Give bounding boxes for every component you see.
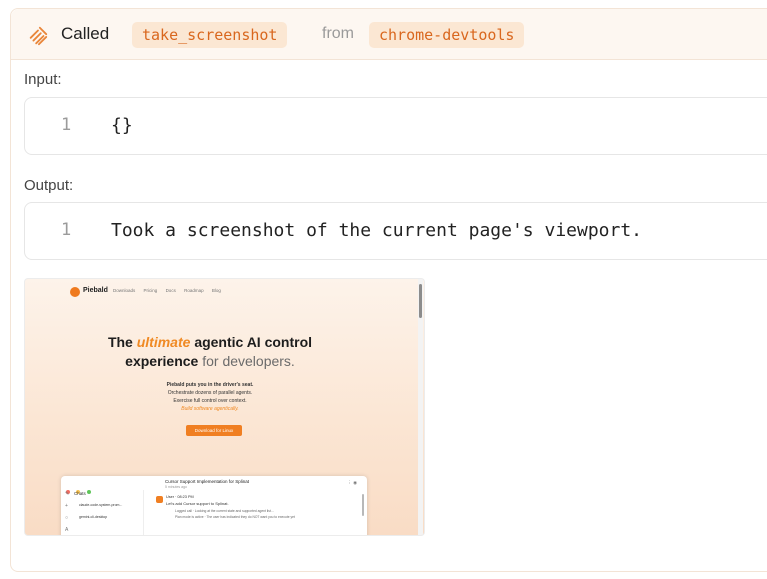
site-nav-links: Downloads Pricing Docs Roadmap Blog bbox=[113, 288, 228, 293]
input-code: {} bbox=[111, 115, 133, 136]
server-name-badge: chrome-devtools bbox=[369, 22, 525, 48]
tool-call-icon bbox=[29, 26, 48, 46]
nav-link: Blog bbox=[211, 288, 221, 293]
line-number: 1 bbox=[61, 115, 72, 135]
nav-link: Downloads bbox=[113, 288, 136, 293]
message-detail: Plan mode is active · The user has indic… bbox=[175, 515, 295, 519]
piebald-logo-icon bbox=[70, 287, 80, 297]
chat-item: gemini-cli-desktop bbox=[79, 515, 108, 519]
download-button: Download for Linux bbox=[186, 425, 242, 436]
tagline-3: Exercise full control over context. bbox=[173, 398, 247, 404]
app-subtitle: 5 minutes ago bbox=[165, 485, 187, 489]
hero-accent: ultimate bbox=[136, 334, 191, 350]
app-title: Cursor Support Implementation for Splina… bbox=[165, 479, 250, 484]
site-nav: Piebald Downloads Pricing Docs Roadmap B… bbox=[25, 279, 424, 305]
tool-call-card: Called take_screenshot from chrome-devto… bbox=[10, 8, 767, 572]
hero-line-1: The ultimate agentic AI control bbox=[25, 334, 395, 350]
app-scrollbar bbox=[362, 494, 364, 516]
hero-word: for developers. bbox=[202, 353, 295, 369]
tagline-4: Build software agentically. bbox=[181, 406, 239, 412]
called-label: Called bbox=[61, 24, 110, 43]
output-code-block: 1 Took a screenshot of the current page'… bbox=[24, 202, 767, 260]
tagline-2: Orchestrate dozens of parallel agents. bbox=[167, 390, 253, 396]
tagline-1: Piebald puts you in the driver's seat. bbox=[166, 382, 254, 388]
chat-icon: ✎ bbox=[65, 491, 70, 497]
nav-link: Pricing bbox=[143, 288, 158, 293]
menu-icon: ⋮ ◉ bbox=[347, 480, 357, 485]
message-detail: Logged call · Looking at the current sta… bbox=[175, 509, 274, 513]
from-label: from bbox=[322, 25, 354, 42]
input-label: Input: bbox=[24, 71, 62, 88]
app-preview-window: Cursor Support Implementation for Splina… bbox=[61, 476, 367, 535]
screenshot-image[interactable]: Piebald Downloads Pricing Docs Roadmap B… bbox=[24, 278, 425, 536]
message-author: User · 08:23 PM bbox=[166, 495, 194, 499]
nav-link: Docs bbox=[165, 288, 176, 293]
output-code: Took a screenshot of the current page's … bbox=[111, 220, 643, 241]
input-code-block: 1 {} bbox=[24, 97, 767, 155]
tool-name-badge: take_screenshot bbox=[132, 22, 288, 48]
hero-word: agentic AI control bbox=[194, 334, 313, 350]
output-label: Output: bbox=[24, 177, 74, 194]
search-icon: ○ bbox=[65, 515, 69, 521]
hero-word: The bbox=[107, 334, 133, 350]
app-sidebar: ✎ Chats + claude-code-system-prom... ○ g… bbox=[61, 490, 144, 535]
chats-label: Chats bbox=[74, 491, 86, 496]
user-avatar bbox=[156, 496, 163, 503]
scrollbar-thumb bbox=[419, 284, 422, 318]
add-icon: + bbox=[65, 503, 68, 509]
line-number: 1 bbox=[61, 220, 72, 240]
tool-call-header: Called take_screenshot from chrome-devto… bbox=[11, 9, 767, 60]
chat-item: claude-code-system-prom... bbox=[79, 503, 123, 507]
hero-line-2: experience for developers. bbox=[25, 353, 395, 369]
text-icon: A bbox=[65, 527, 69, 533]
hero-word: experience bbox=[125, 353, 199, 369]
site-brand: Piebald bbox=[83, 287, 108, 294]
nav-link: Roadmap bbox=[184, 288, 204, 293]
message-text: Let's add Cursor support to Splinat. bbox=[166, 501, 229, 506]
